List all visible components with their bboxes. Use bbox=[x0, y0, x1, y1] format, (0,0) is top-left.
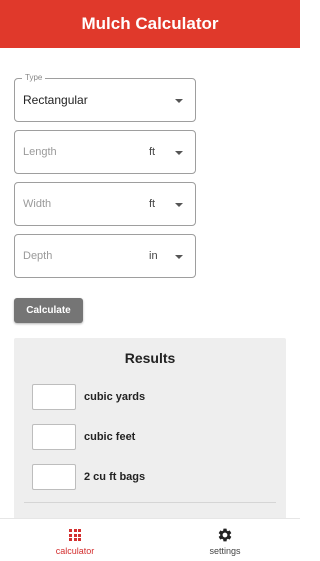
length-unit-caret-icon[interactable] bbox=[175, 151, 183, 155]
calculator-content: Type Rectangular Length ft Width ft Dept… bbox=[0, 48, 300, 524]
cubic-feet-label: cubic feet bbox=[84, 431, 136, 443]
results-panel: Results cubic yards cubic feet 2 cu ft b… bbox=[14, 338, 286, 524]
app-bar: Mulch Calculator bbox=[0, 0, 300, 48]
cubic-yards-label: cubic yards bbox=[84, 391, 146, 403]
cubic-yards-value bbox=[32, 384, 76, 410]
type-select[interactable]: Type Rectangular bbox=[14, 72, 196, 122]
nav-label-calculator: calculator bbox=[55, 546, 95, 556]
type-dropdown-caret-icon[interactable] bbox=[175, 99, 183, 103]
bags-value bbox=[32, 464, 76, 490]
depth-unit-select[interactable]: in bbox=[149, 250, 158, 262]
depth-field[interactable]: Depth in bbox=[14, 234, 196, 278]
result-row-bags: 2 cu ft bags bbox=[32, 464, 272, 490]
result-row-cubic-yards: cubic yards bbox=[32, 384, 272, 410]
length-unit-select[interactable]: ft bbox=[149, 146, 155, 158]
length-field[interactable]: Length ft bbox=[14, 130, 196, 174]
type-select-legend: Type bbox=[22, 72, 46, 84]
length-placeholder: Length bbox=[23, 146, 57, 158]
bags-label: 2 cu ft bags bbox=[84, 471, 146, 483]
result-row-cubic-feet: cubic feet bbox=[32, 424, 272, 450]
results-divider bbox=[24, 502, 276, 503]
nav-label-settings: settings bbox=[209, 546, 241, 556]
gear-icon bbox=[217, 527, 233, 543]
app-title: Mulch Calculator bbox=[81, 14, 219, 33]
type-select-value: Rectangular bbox=[23, 93, 88, 107]
width-placeholder: Width bbox=[23, 198, 52, 210]
depth-placeholder: Depth bbox=[23, 250, 53, 262]
depth-unit-caret-icon[interactable] bbox=[175, 255, 183, 259]
calculate-button[interactable]: Calculate bbox=[14, 298, 83, 323]
nav-item-calculator[interactable]: calculator bbox=[0, 519, 150, 561]
bottom-navigation: calculator settings bbox=[0, 518, 300, 561]
nav-item-settings[interactable]: settings bbox=[150, 519, 300, 561]
grid-icon bbox=[67, 527, 83, 543]
results-title: Results bbox=[124, 350, 176, 366]
width-field[interactable]: Width ft bbox=[14, 182, 196, 226]
cubic-feet-value bbox=[32, 424, 76, 450]
width-unit-select[interactable]: ft bbox=[149, 198, 155, 210]
width-unit-caret-icon[interactable] bbox=[175, 203, 183, 207]
